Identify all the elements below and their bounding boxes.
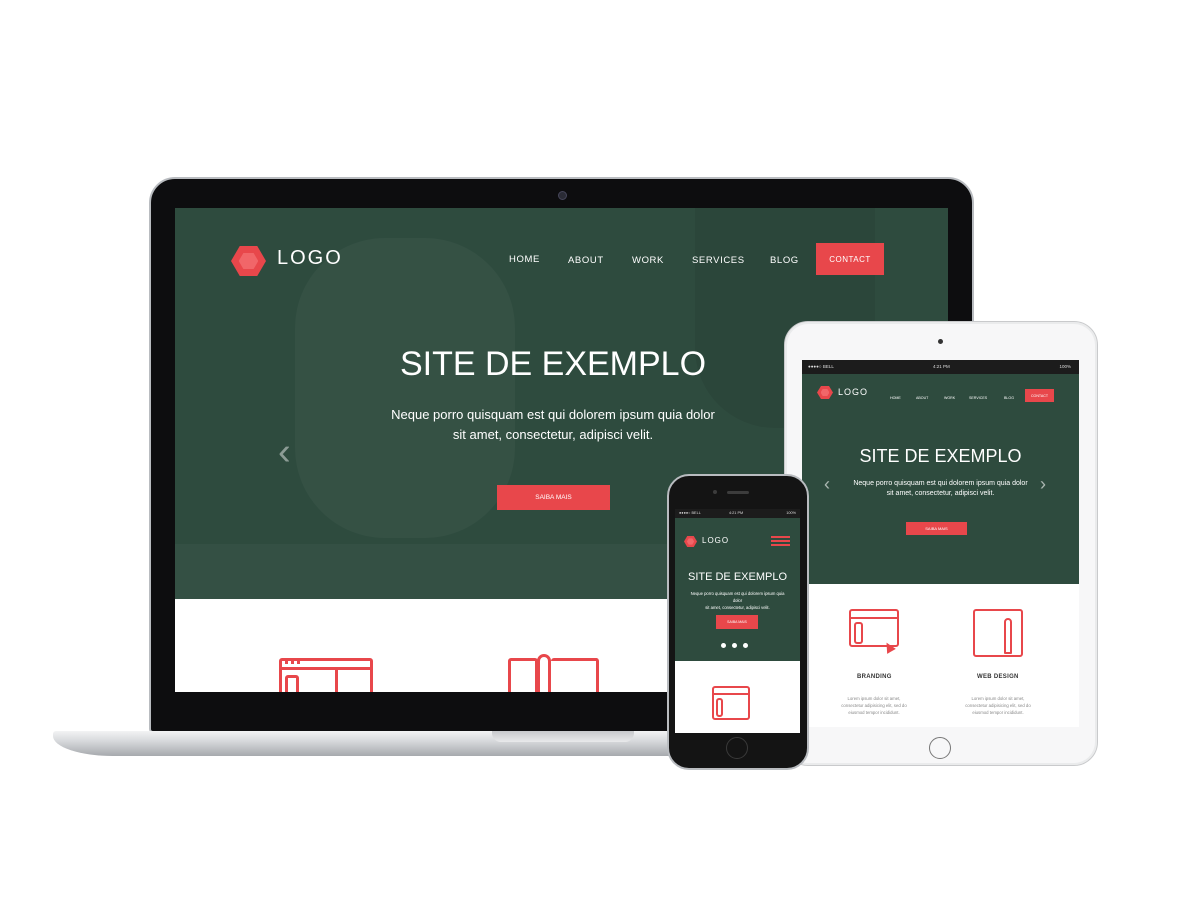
contact-button[interactable]: CONTACT (816, 243, 884, 275)
status-bar: ●●●●○ BELL 4:21 PM 100% (802, 360, 1079, 374)
saiba-mais-button[interactable]: SAIBA MAIS (906, 522, 967, 535)
laptop-camera (558, 191, 567, 200)
status-time: 4:21 PM (933, 364, 950, 369)
logo-icon[interactable] (817, 386, 833, 399)
saiba-mais-button[interactable]: SAIBA MAIS (716, 615, 758, 629)
nav-work[interactable]: WORK (632, 255, 664, 266)
nav-home[interactable]: HOME (890, 396, 901, 400)
nav-services[interactable]: SERVICES (692, 255, 745, 266)
feature-label-branding: BRANDING (857, 674, 892, 680)
hero-section: LOGO HOME ABOUT WORK SERVICES BLOG CONTA… (802, 374, 1079, 584)
nav-home[interactable]: HOME (509, 254, 540, 265)
hero-subtitle: Neque porro quisquam est qui dolorem ips… (690, 591, 785, 610)
status-carrier: ●●●●○ BELL (679, 511, 701, 515)
nav-blog[interactable]: BLOG (1004, 396, 1014, 400)
nav-services[interactable]: SERVICES (969, 396, 987, 400)
tablet-screen: ●●●●○ BELL 4:21 PM 100% LOGO HOME ABOUT … (802, 360, 1079, 727)
status-battery: 100% (1059, 364, 1071, 369)
hero-title: SITE DE EXEMPLO (687, 571, 788, 583)
logo-icon[interactable] (231, 246, 266, 276)
hero-subtitle: Neque porro quisquam est qui dolorem ips… (853, 480, 1028, 497)
carousel-dot[interactable] (721, 643, 726, 648)
nav-about[interactable]: ABOUT (568, 255, 604, 266)
logo-text[interactable]: LOGO (702, 536, 729, 545)
feature-text-web-design: Lorem ipsum dolor sit amet, consectetur … (965, 696, 1031, 715)
carousel-dot[interactable] (743, 643, 748, 648)
nav-about[interactable]: ABOUT (916, 396, 928, 400)
tablet-home-button[interactable] (929, 737, 951, 759)
status-battery: 100% (786, 511, 796, 515)
contact-button[interactable]: CONTACT (1025, 389, 1054, 402)
logo-text[interactable]: LOGO (277, 247, 343, 270)
phone-screen: ●●●●○ BELL 4:21 PM 100% LOGO SITE DE EXE… (675, 509, 800, 733)
hero-section: LOGO SITE DE EXEMPLO Neque porro quisqua… (675, 518, 800, 661)
phone-camera (713, 490, 717, 494)
carousel-dot[interactable] (732, 643, 737, 648)
chevron-left-icon[interactable]: ‹ (278, 433, 291, 471)
logo-icon[interactable] (684, 536, 697, 547)
nav-work[interactable]: WORK (944, 396, 955, 400)
tablet-camera (938, 339, 943, 344)
nav-blog[interactable]: BLOG (770, 255, 799, 266)
status-carrier: ●●●●○ BELL (808, 364, 834, 369)
saiba-mais-button[interactable]: SAIBA MAIS (497, 485, 610, 510)
chevron-right-icon[interactable]: › (1040, 474, 1046, 495)
hero-subtitle: Neque porro quisquam est qui dolorem ips… (391, 407, 715, 442)
phone-home-button[interactable] (726, 737, 748, 759)
feature-label-web-design: WEB DESIGN (977, 674, 1019, 680)
status-time: 4:21 PM (729, 511, 744, 515)
chevron-left-icon[interactable]: ‹ (824, 474, 830, 495)
laptop-notch (492, 731, 634, 742)
feature-text-branding: Lorem ipsum dolor sit amet, consectetur … (841, 696, 907, 715)
hero-title: SITE DE EXEMPLO (859, 446, 1022, 466)
logo-text[interactable]: LOGO (838, 387, 868, 397)
status-bar: ●●●●○ BELL 4:21 PM 100% (675, 509, 800, 518)
phone-speaker (727, 491, 749, 494)
hamburger-menu-icon[interactable] (771, 536, 790, 548)
